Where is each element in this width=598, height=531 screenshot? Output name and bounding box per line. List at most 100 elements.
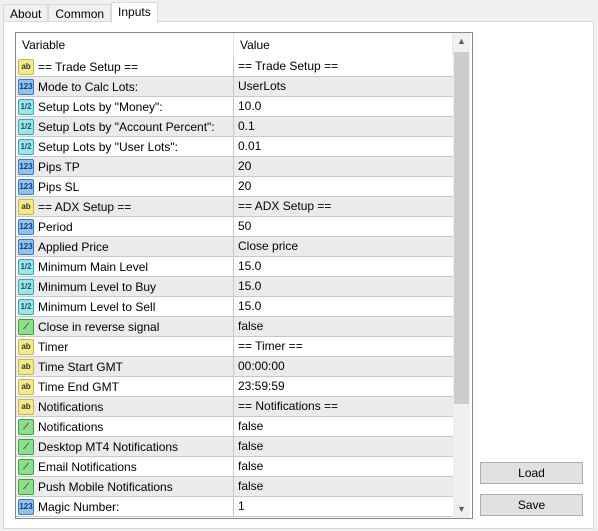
variable-name: Minimum Main Level [38,259,149,274]
load-button[interactable]: Load [480,462,583,484]
integer-type-icon: 123 [18,78,34,95]
integer-type-icon: 123 [18,218,34,235]
variable-cell: ab Notifications [16,397,234,416]
table-row[interactable]: ⟋ Notifications false [16,417,453,437]
table-row[interactable]: ab == Trade Setup == == Trade Setup == [16,57,453,77]
value-cell[interactable]: == ADX Setup == [234,197,453,216]
variable-cell: ⟋ Notifications [16,417,234,436]
value-cell[interactable]: == Notifications == [234,397,453,416]
value-cell[interactable]: false [234,317,453,336]
scroll-down-arrow-icon[interactable]: ▼ [453,501,470,518]
variable-cell: ⟋ Push Mobile Notifications [16,477,234,496]
table-row[interactable]: 123 Applied Price Close price [16,237,453,257]
boolean-type-icon: ⟋ [18,458,34,475]
scrollbar-thumb[interactable] [454,52,469,404]
integer-type-icon: 123 [18,498,34,515]
variable-cell: ab Timer [16,337,234,356]
table-row[interactable]: ab Time Start GMT 00:00:00 [16,357,453,377]
variable-cell: ab Time End GMT [16,377,234,396]
variable-name: Time End GMT [38,379,119,394]
string-type-icon: ab [18,338,34,355]
table-row[interactable]: ab Timer == Timer == [16,337,453,357]
variable-cell: 123 Applied Price [16,237,234,256]
table-row[interactable]: 123 Period 50 [16,217,453,237]
column-header-variable[interactable]: Variable [16,33,234,57]
table-row[interactable]: 123 Pips TP 20 [16,157,453,177]
value-cell[interactable]: 0.1 [234,117,453,136]
table-row[interactable]: ⟋ Push Mobile Notifications false [16,477,453,497]
table-row[interactable]: ab == ADX Setup == == ADX Setup == [16,197,453,217]
double-type-icon: 1/2 [18,258,34,275]
value-cell[interactable]: == Timer == [234,337,453,356]
variable-name: Time Start GMT [38,359,123,374]
variable-name: Notifications [38,419,104,434]
variable-cell: 123 Period [16,217,234,236]
variable-name: Pips TP [38,159,80,174]
table-row[interactable]: 1/2 Setup Lots by "User Lots": 0.01 [16,137,453,157]
value-cell[interactable]: == Trade Setup == [234,57,453,76]
value-cell[interactable]: 15.0 [234,257,453,276]
column-header-value[interactable]: Value [234,33,453,57]
double-type-icon: 1/2 [18,118,34,135]
vertical-scrollbar[interactable]: ▲ ▼ [453,33,470,518]
table-row[interactable]: 123 Mode to Calc Lots: UserLots [16,77,453,97]
variable-cell: 123 Pips TP [16,157,234,176]
value-cell[interactable]: false [234,457,453,476]
variable-name: Period [38,219,73,234]
variable-cell: 123 Magic Number: [16,497,234,516]
tab-inputs[interactable]: Inputs [111,2,158,23]
integer-type-icon: 123 [18,178,34,195]
table-header: Variable Value [16,33,453,57]
variable-cell: 1/2 Setup Lots by "Account Percent": [16,117,234,136]
table-row[interactable]: 1/2 Setup Lots by "Account Percent": 0.1 [16,117,453,137]
variable-name: Minimum Level to Sell [38,299,156,314]
variable-cell: ⟋ Desktop MT4 Notifications [16,437,234,456]
integer-type-icon: 123 [18,238,34,255]
table-row[interactable]: ab Notifications == Notifications == [16,397,453,417]
table-row[interactable]: ⟋ Email Notifications false [16,457,453,477]
variable-name: Magic Number: [38,499,120,514]
variable-cell: ab == ADX Setup == [16,197,234,216]
table-row[interactable]: 1/2 Minimum Level to Sell 15.0 [16,297,453,317]
table-row[interactable]: ⟋ Close in reverse signal false [16,317,453,337]
value-cell[interactable]: 15.0 [234,277,453,296]
variable-cell: 1/2 Minimum Level to Sell [16,297,234,316]
value-cell[interactable]: false [234,477,453,496]
value-cell[interactable]: UserLots [234,77,453,96]
value-cell[interactable]: 20 [234,177,453,196]
variable-name: == ADX Setup == [38,199,132,214]
table-row[interactable]: ab Time End GMT 23:59:59 [16,377,453,397]
variable-name: Applied Price [38,239,109,254]
variable-cell: ab Time Start GMT [16,357,234,376]
table-row[interactable]: 1/2 Setup Lots by "Money": 10.0 [16,97,453,117]
table-row[interactable]: ⟋ Desktop MT4 Notifications false [16,437,453,457]
variable-cell: 1/2 Setup Lots by "User Lots": [16,137,234,156]
value-cell[interactable]: 50 [234,217,453,236]
variable-cell: 123 Mode to Calc Lots: [16,77,234,96]
scroll-up-arrow-icon[interactable]: ▲ [453,33,470,50]
table-row[interactable]: 1/2 Minimum Level to Buy 15.0 [16,277,453,297]
table-row[interactable]: 123 Pips SL 20 [16,177,453,197]
value-cell[interactable]: 1 [234,497,453,516]
variable-name: Minimum Level to Buy [38,279,157,294]
variable-name: Desktop MT4 Notifications [38,439,179,454]
value-cell[interactable]: 10.0 [234,97,453,116]
value-cell[interactable]: 23:59:59 [234,377,453,396]
value-cell[interactable]: Close price [234,237,453,256]
boolean-type-icon: ⟋ [18,318,34,335]
value-cell[interactable]: 20 [234,157,453,176]
value-cell[interactable]: false [234,417,453,436]
table-row[interactable]: 123 Magic Number: 1 [16,497,453,517]
double-type-icon: 1/2 [18,278,34,295]
variable-name: Email Notifications [38,459,137,474]
variable-name: Setup Lots by "Account Percent": [38,119,215,134]
save-button[interactable]: Save [480,494,583,516]
value-cell[interactable]: 00:00:00 [234,357,453,376]
value-cell[interactable]: 0.01 [234,137,453,156]
table-row[interactable]: 1/2 Minimum Main Level 15.0 [16,257,453,277]
variable-name: == Trade Setup == [38,59,139,74]
value-cell[interactable]: 15.0 [234,297,453,316]
variable-cell: 1/2 Minimum Level to Buy [16,277,234,296]
variable-name: Push Mobile Notifications [38,479,173,494]
value-cell[interactable]: false [234,437,453,456]
